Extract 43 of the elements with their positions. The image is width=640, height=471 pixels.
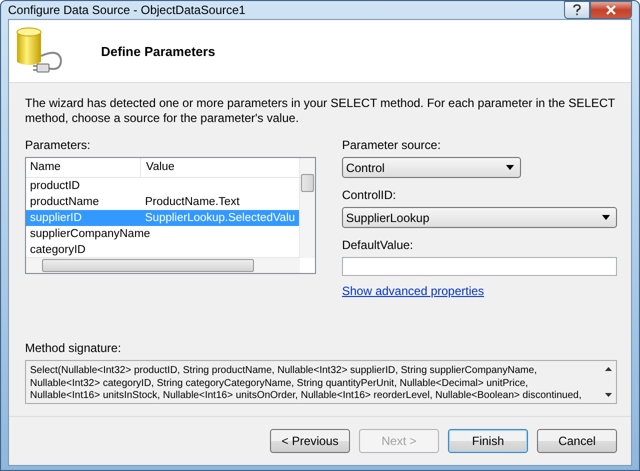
- horizontal-scrollbar[interactable]: [26, 257, 300, 273]
- caret-icon: [602, 215, 610, 220]
- close-icon: [605, 5, 617, 15]
- vertical-scrollbar[interactable]: [298, 158, 315, 258]
- parameter-value: SupplierLookup.SelectedValu: [144, 211, 296, 226]
- parameters-label: Parameters:: [25, 138, 92, 152]
- question-mark-icon: [572, 4, 582, 16]
- method-signature-box[interactable]: [25, 360, 617, 404]
- wizard-button[interactable]: Finish: [448, 429, 528, 453]
- column-header[interactable]: Value: [141, 158, 175, 177]
- page-heading: Define Parameters: [101, 44, 216, 58]
- parameter-name: supplierID: [29, 211, 83, 226]
- parameter-row[interactable]: productID: [26, 178, 299, 194]
- column-header[interactable]: Name: [26, 158, 141, 177]
- parameter-name: supplierCompanyName: [29, 227, 150, 242]
- window-title: Configure Data Source - ObjectDataSource1: [8, 3, 246, 17]
- parameters-list[interactable]: Name Value productID productName ProductName.Text supplierID SupplierLookup.SelectedValu supplierCompanyName categoryID: [25, 157, 316, 274]
- parameter-source-label: Parameter source:: [342, 138, 442, 152]
- caret-icon: [506, 165, 514, 170]
- default-value-field[interactable]: [342, 257, 617, 276]
- parameter-source-dropdown[interactable]: Control: [342, 157, 521, 178]
- parameter-row[interactable]: productName ProductName.Text: [26, 194, 299, 210]
- wizard-button[interactable]: Cancel: [537, 429, 617, 453]
- description-text: The wizard has detected one or more parameters in your SELECT method. For each parameter in the SELECT method, choose a source for the parameter's value.: [25, 96, 616, 126]
- wizard-button[interactable]: < Previous: [270, 429, 350, 453]
- parameter-row[interactable]: categoryID: [26, 242, 299, 258]
- method-signature-label: Method signature:: [25, 341, 122, 355]
- parameter-name: categoryID: [29, 243, 87, 258]
- parameter-name: productID: [29, 179, 81, 194]
- scroll-up-icon[interactable]: [605, 367, 612, 371]
- close-button[interactable]: [590, 1, 632, 19]
- help-button[interactable]: [564, 1, 590, 19]
- parameter-row[interactable]: supplierCompanyName: [26, 226, 299, 242]
- control-id-label: ControlID:: [342, 188, 397, 202]
- parameter-value: ProductName.Text: [144, 195, 240, 210]
- signature-text-line: Nullable<Int32> categoryID, String categoryCategoryName, String quantityPerUnit, Nullable<Decimal> unitPrice,: [30, 378, 530, 390]
- scroll-down-icon[interactable]: [605, 393, 612, 397]
- signature-text-line: Nullable<Int16> unitsInStock, Nullable<Int16> unitsOnOrder, Nullable<Int16> reorderLevel, Nullable<Boolean> discontinued,: [30, 390, 582, 403]
- advanced-properties-link[interactable]: Show advanced properties: [342, 284, 484, 298]
- default-value-label: DefaultValue:: [342, 238, 414, 252]
- control-id-dropdown[interactable]: SupplierLookup: [342, 207, 617, 228]
- parameter-name: productName: [29, 195, 100, 210]
- signature-text-line: Select(Nullable<Int32> productID, String productName, Nullable<Int32> supplierID, String supplierCompanyName,: [30, 365, 538, 378]
